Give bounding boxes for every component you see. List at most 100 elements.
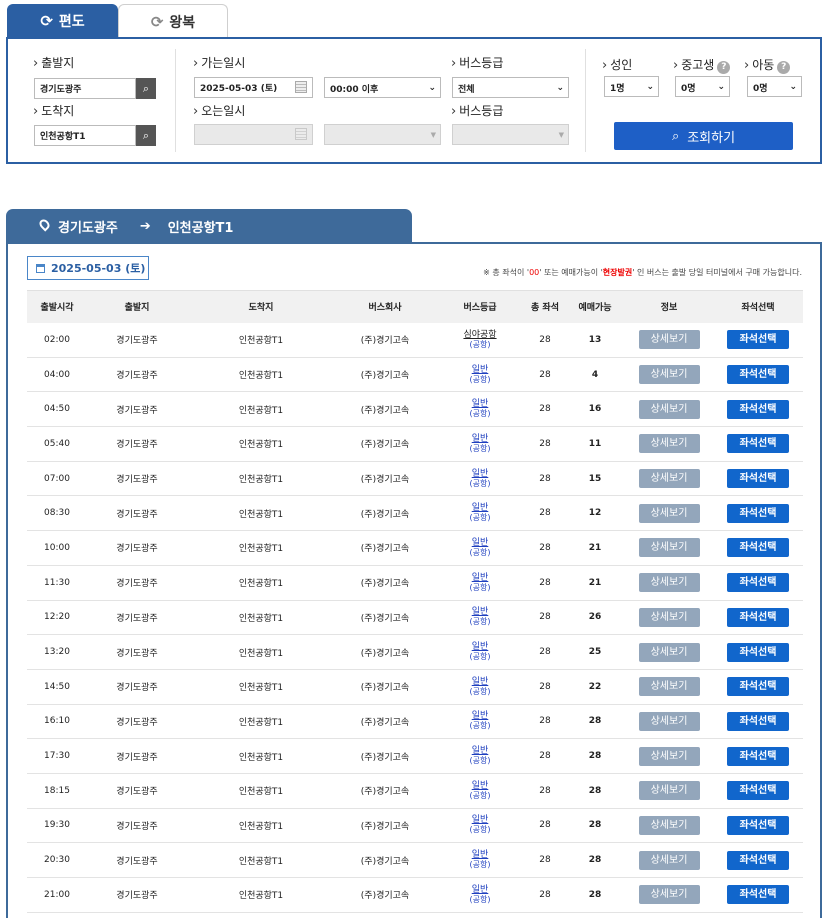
seat-select-button[interactable]: 좌석선택 — [727, 399, 789, 419]
info-cell: 상세보기 — [625, 426, 713, 462]
total-seats-cell-text: 28 — [539, 577, 551, 588]
tab-round-trip[interactable]: ⟳ 왕복 — [118, 4, 228, 38]
total-seats-cell: 28 — [525, 530, 565, 566]
bus-company-cell-text: (주)경기고속 — [360, 856, 410, 867]
arrival-cell-text: 인천공항T1 — [238, 440, 284, 451]
seat-select-button[interactable]: 좌석선택 — [727, 434, 789, 454]
detail-button[interactable]: 상세보기 — [638, 503, 700, 523]
tab-one-way[interactable]: ⟳ 편도 — [7, 4, 118, 38]
table-row: 18:15 경기도광주 인천공항T1 (주)경기고속 일반 (공항) 28 28 상세보기 좌석선… — [27, 773, 803, 809]
bus-grade-cell: 일반 (공항) — [435, 842, 525, 878]
arrival-cell-text: 인천공항T1 — [238, 648, 284, 659]
departure-search-button[interactable]: ⌕ — [136, 78, 156, 99]
detail-button[interactable]: 상세보기 — [638, 538, 700, 558]
bus-grade: 일반 (공항) — [435, 711, 525, 731]
bus-grade: 일반 (공항) — [435, 885, 525, 905]
bus-grade-sub: (공항) — [469, 721, 491, 731]
departure-cell-text: 경기도광주 — [116, 613, 158, 624]
go-date-input[interactable]: 2025-05-03 (토) — [194, 77, 313, 98]
arrival-cell: 인천공항T1 — [187, 322, 335, 358]
departure-time-cell: 04:50 — [27, 391, 87, 428]
seat-select-button[interactable]: 좌석선택 — [727, 573, 789, 593]
departure-time-cell: 21:00 — [27, 877, 87, 913]
available-seats-cell: 13 — [565, 322, 625, 358]
seat-select-button[interactable]: 좌석선택 — [727, 746, 789, 766]
detail-button[interactable]: 상세보기 — [638, 330, 700, 350]
bus-company-cell-text: (주)경기고속 — [360, 544, 410, 555]
help-icon[interactable]: ? — [717, 61, 731, 74]
seat-select-button[interactable]: 좌석선택 — [727, 365, 789, 385]
detail-button[interactable]: 상세보기 — [638, 850, 700, 870]
bus-grade: 심야공항 (공항) — [435, 330, 525, 350]
notice-part: ' 인 버스는 출발 당일 터미널에서 구매 가능합니다. — [632, 268, 802, 277]
seat-select-button[interactable]: 좌석선택 — [727, 503, 789, 523]
info-cell: 상세보기 — [625, 461, 713, 497]
detail-button[interactable]: 상세보기 — [638, 677, 700, 697]
arrival-cell: 인천공항T1 — [187, 530, 335, 566]
route-to: 인천공항T1 — [167, 220, 234, 236]
bus-grade-sub: (공항) — [469, 790, 491, 800]
seat-select-button[interactable]: 좌석선택 — [727, 677, 789, 697]
calendar-icon[interactable] — [295, 81, 307, 93]
adult-select[interactable]: 1명 ⌄ — [604, 76, 659, 97]
inquiry-button[interactable]: ⌕ 조회하기 — [614, 122, 793, 150]
arrival-cell: 인천공항T1 — [187, 704, 335, 740]
detail-button[interactable]: 상세보기 — [638, 399, 700, 419]
trip-type-tabs: ⟳ 편도 ⟳ 왕복 — [7, 4, 228, 38]
bus-company-cell: (주)경기고속 — [335, 391, 435, 428]
divider — [175, 49, 176, 152]
seat-select-button[interactable]: 좌석선택 — [727, 607, 789, 627]
total-seats-cell-text: 28 — [539, 889, 551, 900]
bus-grade: 일반 (공항) — [435, 469, 525, 489]
detail-button[interactable]: 상세보기 — [638, 642, 700, 662]
available-seats-cell: 28 — [565, 738, 625, 774]
departure-time-cell: 02:00 — [27, 322, 87, 358]
total-seats-cell: 28 — [525, 426, 565, 462]
seat-select-button[interactable]: 좌석선택 — [727, 330, 789, 350]
youth-select[interactable]: 0명 ⌄ — [675, 76, 730, 97]
bus-grade-select[interactable]: 전체 ⌄ — [452, 77, 569, 98]
seat-select-button[interactable]: 좌석선택 — [727, 815, 789, 835]
detail-button[interactable]: 상세보기 — [638, 781, 700, 801]
column-header: 총 좌석 — [525, 290, 565, 323]
detail-button[interactable]: 상세보기 — [638, 434, 700, 454]
detail-button[interactable]: 상세보기 — [638, 469, 700, 489]
seat-select-button[interactable]: 좌석선택 — [727, 850, 789, 870]
detail-button[interactable]: 상세보기 — [638, 365, 700, 385]
route-from: 경기도광주 — [58, 220, 118, 236]
departure-time-cell-text: 20:30 — [44, 855, 70, 866]
child-select[interactable]: 0명 ⌄ — [747, 76, 802, 97]
seat-select-button[interactable]: 좌석선택 — [727, 885, 789, 905]
departure-cell-text: 경기도광주 — [116, 717, 158, 728]
seat-select-button[interactable]: 좌석선택 — [727, 538, 789, 558]
arrival-cell: 인천공항T1 — [187, 842, 335, 878]
arrival-input[interactable]: 인천공항T1 — [34, 125, 136, 146]
detail-button[interactable]: 상세보기 — [638, 607, 700, 627]
child-value: 0명 — [753, 84, 768, 94]
bus-company-cell-text: (주)경기고속 — [360, 683, 410, 694]
seat-select-button[interactable]: 좌석선택 — [727, 469, 789, 489]
detail-button[interactable]: 상세보기 — [638, 815, 700, 835]
seat-select-button[interactable]: 좌석선택 — [727, 642, 789, 662]
detail-button[interactable]: 상세보기 — [638, 573, 700, 593]
bus-company-cell-text: (주)경기고속 — [360, 405, 410, 416]
selected-date-chip[interactable]: 2025-05-03 (토) — [27, 256, 149, 280]
detail-button[interactable]: 상세보기 — [638, 711, 700, 731]
bus-company-cell: (주)경기고속 — [335, 426, 435, 462]
bus-grade-cell: 일반 (공항) — [435, 530, 525, 566]
seat-select-button[interactable]: 좌석선택 — [727, 711, 789, 731]
arrival-search-button[interactable]: ⌕ — [136, 125, 156, 146]
detail-button[interactable]: 상세보기 — [638, 885, 700, 905]
bus-grade-cell: 일반 (공항) — [435, 565, 525, 601]
departure-cell: 경기도광주 — [87, 808, 187, 844]
help-icon[interactable]: ? — [777, 61, 791, 74]
detail-button[interactable]: 상세보기 — [638, 746, 700, 766]
bus-grade-name: 일반 — [471, 503, 489, 514]
available-seats-cell-text: 26 — [588, 612, 602, 623]
go-time-select[interactable]: 00:00 이후 ⌄ — [324, 77, 441, 98]
total-seats-cell-text: 28 — [539, 820, 551, 831]
adult-value: 1명 — [610, 84, 625, 94]
bus-company-cell-text: (주)경기고속 — [360, 752, 410, 763]
departure-input[interactable]: 경기도광주 — [34, 78, 136, 99]
seat-select-button[interactable]: 좌석선택 — [727, 781, 789, 801]
